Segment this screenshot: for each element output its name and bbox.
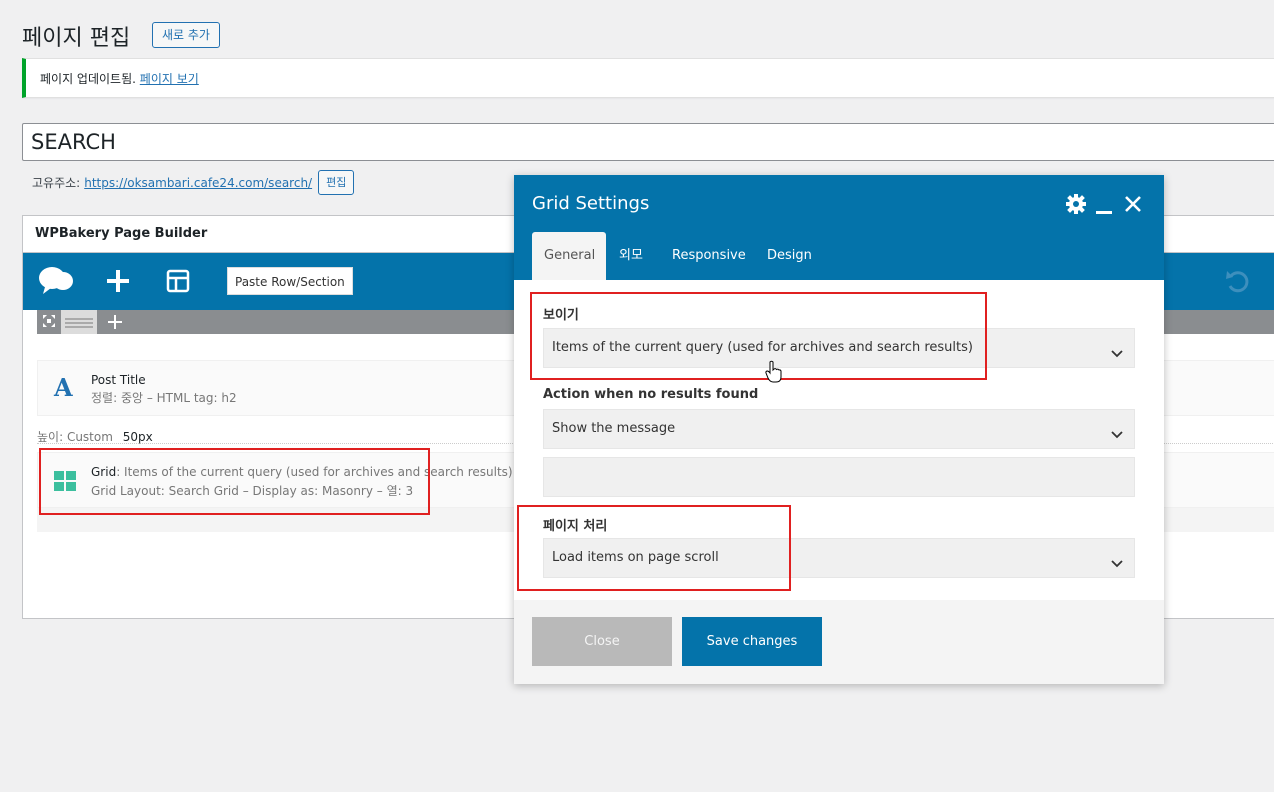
fullscreen-icon[interactable]: [42, 313, 56, 333]
tab-appearance[interactable]: 외모: [607, 232, 655, 280]
minimize-icon[interactable]: [1095, 193, 1113, 219]
no-results-message-field[interactable]: [543, 457, 1135, 497]
view-page-link[interactable]: 페이지 보기: [140, 72, 199, 86]
page-title: 페이지 편집: [22, 26, 131, 51]
undo-icon[interactable]: [1225, 267, 1251, 299]
element-meta: 정렬: 중앙 – HTML tag: h2: [91, 391, 237, 405]
chevron-down-icon: [1110, 421, 1124, 459]
add-column-icon[interactable]: [107, 313, 123, 335]
notice-text: 페이지 업데이트됨.: [40, 72, 136, 86]
tab-design[interactable]: Design: [755, 232, 824, 280]
spacer-value: 50px: [122, 430, 153, 444]
grid-settings-modal: Grid Settings General 외모 Responsive Desi…: [514, 175, 1164, 684]
text-a-icon: A: [54, 373, 73, 402]
wpbakery-logo-icon[interactable]: [37, 265, 75, 299]
modal-title: Grid Settings: [532, 193, 650, 214]
no-results-value: Show the message: [552, 421, 676, 436]
no-results-label: Action when no results found: [543, 387, 759, 402]
permalink: 고유주소: https://oksambari.cafe24.com/searc…: [32, 170, 355, 195]
hand-cursor-icon: [765, 360, 783, 388]
tab-general[interactable]: General: [532, 232, 606, 280]
close-icon[interactable]: [1123, 193, 1143, 219]
spacer-label: 높이: Custom: [37, 430, 113, 444]
highlight-pagination: [517, 505, 791, 591]
save-changes-button[interactable]: Save changes: [682, 617, 822, 666]
update-notice: 페이지 업데이트됨. 페이지 보기: [22, 58, 1274, 98]
permalink-url[interactable]: https://oksambari.cafe24.com/search/: [84, 176, 312, 190]
chevron-down-icon: [1110, 550, 1124, 588]
add-element-icon[interactable]: [106, 267, 130, 299]
modal-footer: Close Save changes: [514, 600, 1164, 684]
no-results-select[interactable]: Show the message: [543, 409, 1135, 449]
close-button[interactable]: Close: [532, 617, 672, 666]
drag-handle-icon[interactable]: [61, 310, 97, 334]
highlight-grid-element: [39, 448, 430, 515]
add-new-button[interactable]: 새로 추가: [152, 22, 220, 48]
post-title-input[interactable]: SEARCH: [22, 123, 1274, 161]
highlight-visibility: [530, 292, 987, 380]
modal-header: Grid Settings General 외모 Responsive Desi…: [514, 175, 1164, 280]
chevron-down-icon: [1110, 340, 1124, 378]
element-name: Post Title: [91, 373, 146, 387]
gear-icon[interactable]: [1065, 193, 1087, 219]
paste-row-button[interactable]: Paste Row/Section: [227, 267, 353, 295]
permalink-label: 고유주소:: [32, 176, 81, 190]
tab-responsive[interactable]: Responsive: [660, 232, 758, 280]
permalink-edit-button[interactable]: 편집: [318, 170, 355, 195]
templates-icon[interactable]: [166, 267, 190, 299]
